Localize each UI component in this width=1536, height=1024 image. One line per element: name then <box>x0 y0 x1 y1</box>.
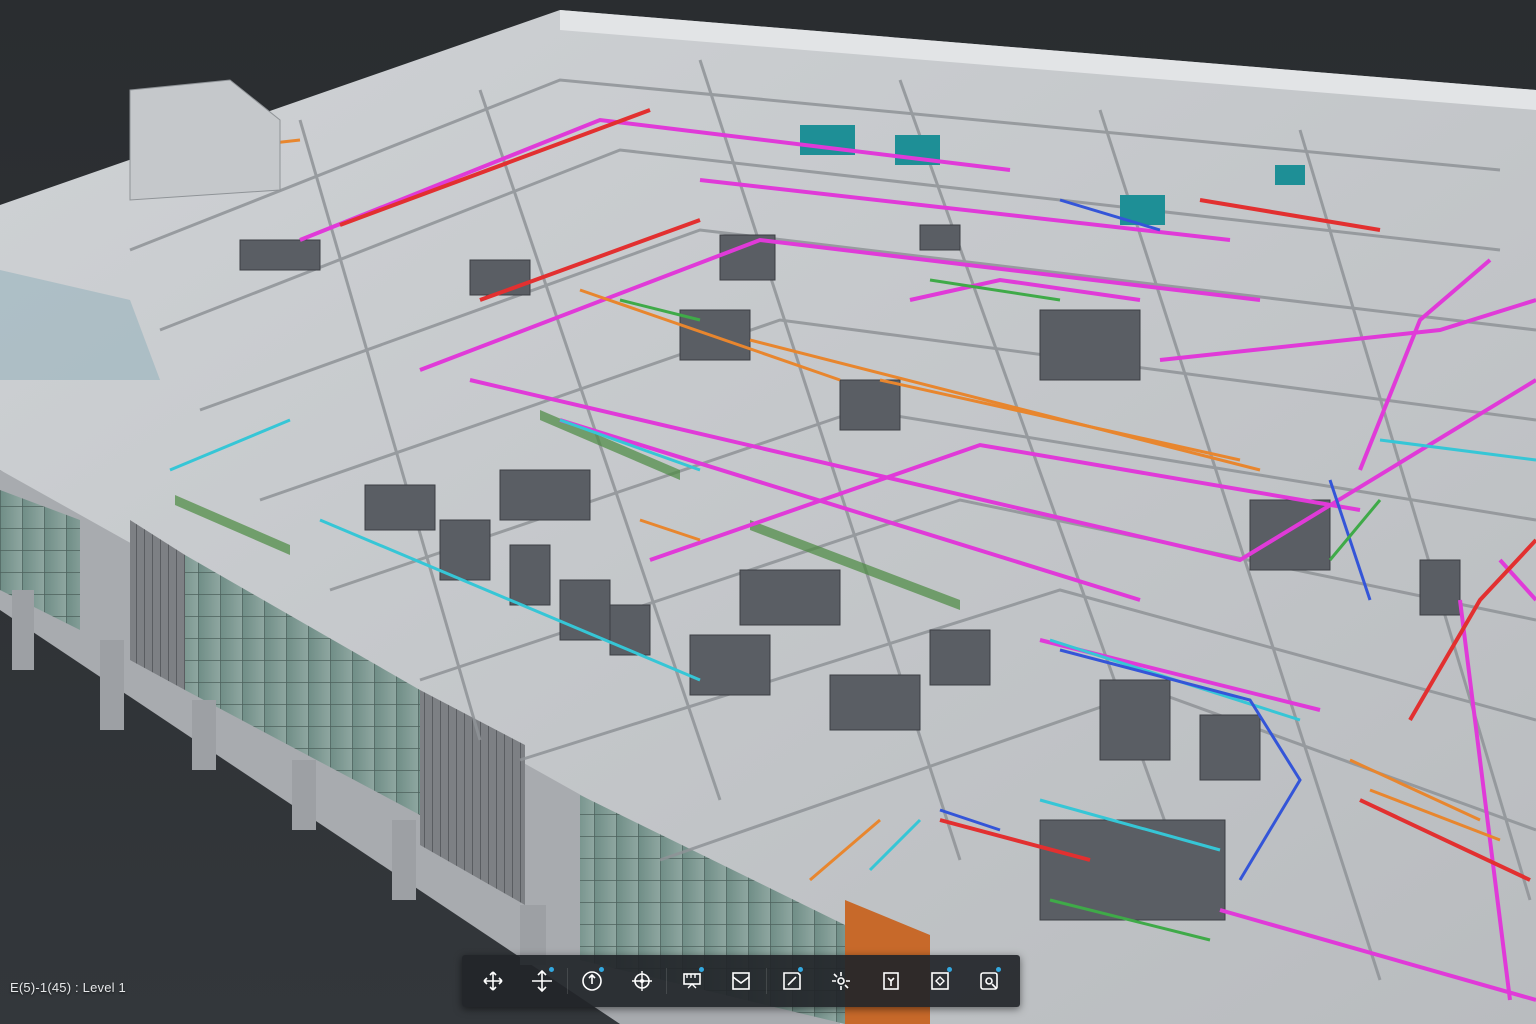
markup-icon <box>782 972 801 990</box>
first-person-tool-button[interactable] <box>621 959 662 1003</box>
column <box>12 590 34 670</box>
model-browser-icon <box>882 972 899 990</box>
explode-icon <box>832 972 851 990</box>
section-tool-button[interactable] <box>721 959 762 1003</box>
measure-tool-button[interactable] <box>671 959 712 1003</box>
model-browser-tool-button[interactable] <box>870 959 911 1003</box>
column <box>392 820 416 900</box>
model-viewport[interactable]: E(5)-1(45) : Level 1 <box>0 0 1536 1024</box>
zoom-icon <box>582 971 603 991</box>
submenu-indicator-icon <box>946 967 952 972</box>
first-person-icon <box>631 971 652 991</box>
column <box>192 700 216 770</box>
properties-tool-button[interactable] <box>919 959 960 1003</box>
submenu-indicator-icon <box>548 967 554 972</box>
settings-icon <box>980 972 999 990</box>
section-icon <box>732 972 751 990</box>
measure-icon <box>683 973 701 989</box>
orbit-tool-button[interactable] <box>472 959 513 1003</box>
pan-tool-button[interactable] <box>521 959 562 1003</box>
orbit-icon <box>483 971 503 991</box>
column <box>100 640 124 730</box>
level-label: E(5)-1(45) : Level 1 <box>10 980 126 995</box>
settings-tool-button[interactable] <box>969 959 1010 1003</box>
pan-icon <box>532 969 553 993</box>
submenu-indicator-icon <box>996 967 1002 972</box>
toolbar-separator <box>566 968 568 994</box>
submenu-indicator-icon <box>698 967 704 972</box>
navigation-toolbar <box>462 955 1020 1007</box>
zoom-tool-button[interactable] <box>572 959 613 1003</box>
toolbar-separator <box>666 968 668 994</box>
properties-icon <box>931 972 949 990</box>
column <box>292 760 316 830</box>
markup-tool-button[interactable] <box>771 959 812 1003</box>
building-model-scene[interactable] <box>0 0 1536 1024</box>
toolbar-separator <box>766 968 768 994</box>
explode-tool-button[interactable] <box>820 959 861 1003</box>
